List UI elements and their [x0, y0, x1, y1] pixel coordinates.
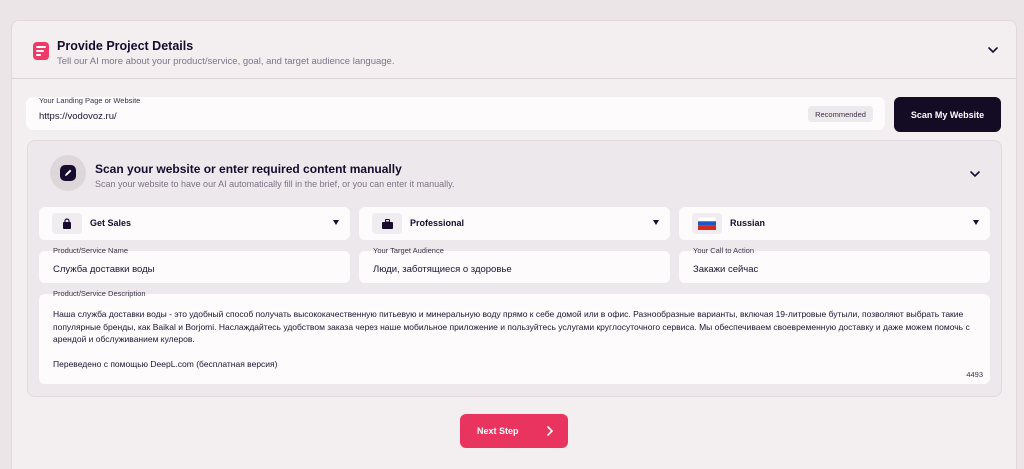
product-name-label: Product/Service Name	[53, 246, 129, 255]
target-audience-field[interactable]: Your Target Audience Люди, заботящиеся о…	[359, 246, 670, 283]
goal-select[interactable]: Get Sales	[39, 207, 350, 240]
website-url-field[interactable]: Your Landing Page or Website https://vod…	[26, 96, 885, 130]
language-select-value: Russian	[730, 218, 766, 228]
pen-icon-badge	[50, 155, 86, 191]
description-label: Product/Service Description	[53, 289, 146, 298]
product-name-field[interactable]: Product/Service Name Служба доставки вод…	[39, 246, 350, 283]
tone-select[interactable]: Professional	[359, 207, 670, 240]
page-title: Provide Project Details	[57, 39, 194, 53]
form-icon	[33, 42, 49, 60]
caret-down-icon	[333, 220, 339, 225]
call-to-action-input[interactable]: Закажи сейчас	[693, 264, 758, 275]
scan-section-subtitle: Scan your website to have our AI automat…	[95, 179, 455, 189]
caret-down-icon	[653, 220, 659, 225]
website-url-input[interactable]: https://vodovoz.ru/	[39, 111, 117, 122]
pen-icon	[60, 165, 76, 181]
target-audience-input[interactable]: Люди, заботящиеся о здоровье	[373, 264, 512, 275]
recommended-badge: Recommended	[808, 106, 873, 122]
briefcase-icon	[372, 213, 402, 234]
product-name-input[interactable]: Служба доставки воды	[53, 264, 155, 275]
scan-section-title: Scan your website or enter required cont…	[95, 162, 402, 176]
caret-down-icon	[973, 220, 979, 225]
next-step-label: Next Step	[477, 426, 519, 436]
language-select[interactable]: Russian	[679, 207, 990, 240]
description-paragraph: Переведено с помощью DeepL.com (бесплатн…	[53, 358, 278, 369]
call-to-action-field[interactable]: Your Call to Action Закажи сейчас	[679, 246, 990, 283]
website-url-label: Your Landing Page or Website	[39, 96, 141, 105]
next-step-button[interactable]: Next Step	[460, 414, 568, 448]
project-details-header[interactable]: Provide Project Details Tell our AI more…	[12, 21, 1016, 79]
call-to-action-label: Your Call to Action	[693, 246, 755, 255]
shopping-bag-icon	[52, 213, 82, 234]
target-audience-label: Your Target Audience	[373, 246, 444, 255]
description-field[interactable]: Product/Service Description Наша служба …	[39, 289, 990, 384]
page-subtitle: Tell our AI more about your product/serv…	[57, 56, 395, 67]
description-textarea[interactable]: Наша служба доставки воды - это удобный …	[53, 308, 978, 370]
description-paragraph: Наша служба доставки воды - это удобный …	[53, 309, 970, 344]
chevron-right-icon	[547, 426, 554, 436]
tone-select-value: Professional	[410, 218, 465, 228]
character-counter: 4493	[966, 370, 983, 379]
chevron-down-icon[interactable]	[987, 46, 999, 54]
scan-website-button[interactable]: Scan My Website	[894, 97, 1001, 132]
russia-flag-icon	[692, 213, 722, 234]
goal-select-value: Get Sales	[90, 218, 132, 228]
chevron-down-icon[interactable]	[969, 170, 981, 178]
scan-section: Scan your website or enter required cont…	[27, 140, 1002, 397]
